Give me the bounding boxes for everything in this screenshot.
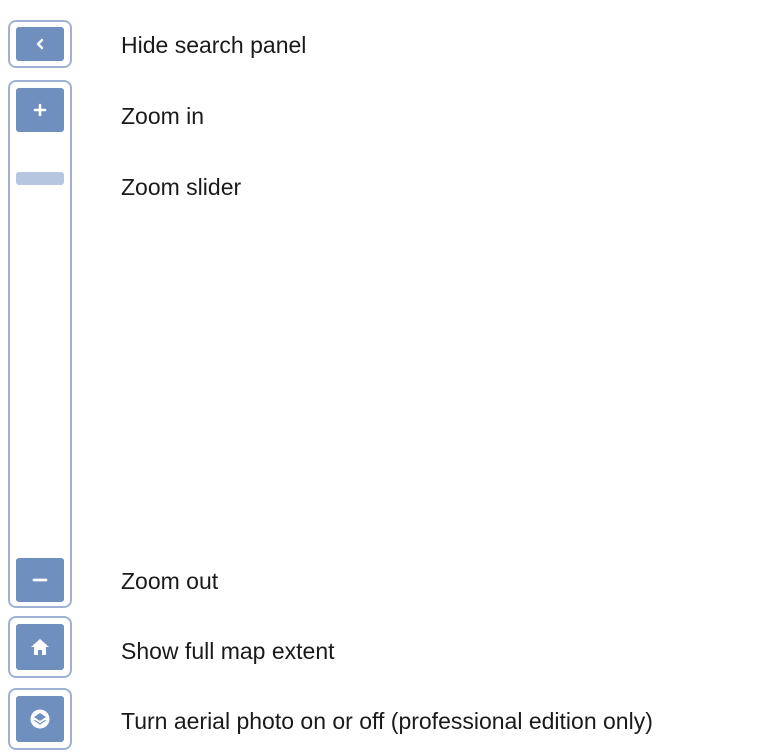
zoom-in-button[interactable] xyxy=(16,88,64,132)
zoom-bar xyxy=(8,80,72,608)
hide-search-panel-label: Hide search panel xyxy=(121,32,307,58)
chevron-left-icon xyxy=(36,38,44,50)
full-extent-button[interactable] xyxy=(16,624,64,670)
home-icon xyxy=(31,639,49,655)
hide-search-panel-button[interactable] xyxy=(16,27,64,61)
aerial-photo-button[interactable] xyxy=(16,696,64,742)
zoom-slider-thumb[interactable] xyxy=(16,172,64,185)
zoom-slider-label: Zoom slider xyxy=(121,174,242,200)
layers-icon xyxy=(30,709,50,729)
zoom-in-label: Zoom in xyxy=(121,103,205,129)
plus-icon xyxy=(33,103,47,117)
minus-icon xyxy=(32,578,48,582)
zoom-out-label: Zoom out xyxy=(121,568,219,594)
zoom-out-button[interactable] xyxy=(16,558,64,602)
full-extent-label: Show full map extent xyxy=(121,638,335,664)
aerial-photo-label: Turn aerial photo on or off (professiona… xyxy=(121,708,653,734)
